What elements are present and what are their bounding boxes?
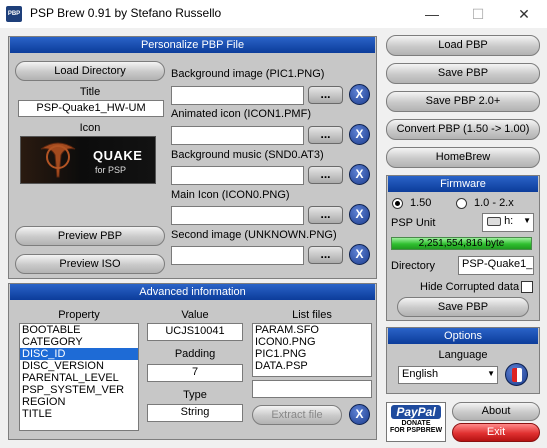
language-label: Language [438,349,488,361]
app-icon: PBP [6,6,22,22]
second-image-field[interactable] [171,246,304,265]
free-space-bar: 2,251,554,816 byte [391,237,532,250]
padding-label: Padding [174,348,216,360]
value-field[interactable]: UCJS10041 [147,323,243,341]
paypal-donate-button[interactable]: PayPal DONATE FOR PSPBREW [386,402,446,442]
paypal-logo: PayPal [391,405,441,419]
donate-text: DONATE [401,420,431,427]
background-music-field[interactable] [171,166,304,185]
icon-label: Icon [79,122,101,134]
property-item[interactable]: DISC_VERSION [20,360,138,372]
title-field[interactable]: PSP-Quake1_HW-UM [18,100,164,117]
quake-logo-icon [40,142,76,178]
about-button[interactable]: About [452,402,540,421]
chevron-down-icon: ▼ [523,216,531,225]
second-image-label: Second image (UNKNOWN.PNG) [171,229,337,241]
preview-pbp-button[interactable]: Preview PBP [15,226,165,246]
donate-for-text: FOR PSPBREW [389,427,443,434]
directory-field[interactable]: PSP-Quake1_H [458,256,534,275]
file-item[interactable]: ICON0.PNG [253,336,371,348]
background-image-label: Background image (PIC1.PNG) [171,68,325,80]
animated-icon-browse-button[interactable]: ... [308,126,343,144]
main-icon-field[interactable] [171,206,304,225]
hide-corrupted-label: Hide Corrupted data [420,281,520,293]
firmware-150-radio[interactable] [392,198,403,209]
maximize-button[interactable]: ☐ [455,0,501,28]
firmware-1x-2x-radio[interactable] [456,198,467,209]
second-image-browse-button[interactable]: ... [308,246,343,264]
property-item[interactable]: CATEGORY [20,336,138,348]
language-flag-icon[interactable] [505,363,528,386]
list-files-label: List files [292,309,332,321]
minimize-button[interactable]: — [409,0,455,28]
advanced-header: Advanced information [10,284,375,300]
property-list[interactable]: BOOTABLE CATEGORY DISC_ID DISC_VERSION P… [19,323,139,431]
type-field[interactable]: String [147,404,243,422]
convert-pbp-button[interactable]: Convert PBP (1.50 -> 1.00) [386,119,540,140]
property-item[interactable]: BOOTABLE [20,324,138,336]
background-music-label: Background music (SND0.AT3) [171,149,324,161]
background-image-browse-button[interactable]: ... [308,86,343,104]
homebrew-button[interactable]: HomeBrew [386,147,540,168]
preview-iso-button[interactable]: Preview ISO [15,254,165,274]
property-item[interactable]: TITLE [20,408,138,420]
type-label: Type [183,389,207,401]
directory-label: Directory [391,260,436,272]
drive-icon [487,216,501,226]
animated-icon-label: Animated icon (ICON1.PMF) [171,108,311,120]
load-pbp-button[interactable]: Load PBP [386,35,540,56]
extract-clear-button[interactable]: X [349,404,370,425]
property-item[interactable]: PARENTAL_LEVEL [20,372,138,384]
property-item[interactable]: PSP_SYSTEM_VER [20,384,138,396]
background-image-clear-button[interactable]: X [349,84,370,105]
firmware-150-label: 1.50 [410,197,432,209]
save-pbp-2-button[interactable]: Save PBP 2.0+ [386,91,540,112]
close-button[interactable]: ✕ [501,0,547,28]
language-value: English [402,368,439,380]
options-header: Options [388,328,538,344]
load-directory-button[interactable]: Load Directory [15,61,165,81]
language-select[interactable]: English ▼ [398,366,498,384]
property-item[interactable]: REGION [20,396,138,408]
animated-icon-clear-button[interactable]: X [349,124,370,145]
padding-field[interactable]: 7 [147,364,243,382]
quake-subtitle: for PSP [95,165,127,175]
file-item[interactable]: DATA.PSP [253,360,371,372]
icon-preview: QUAKE for PSP [20,136,156,184]
main-icon-label: Main Icon (ICON0.PNG) [171,189,290,201]
value-label: Value [181,309,209,321]
firmware-1x-2x-label: 1.0 - 2.x [474,197,514,209]
main-icon-clear-button[interactable]: X [349,204,370,225]
file-path-field[interactable] [252,380,372,398]
file-item[interactable]: PIC1.PNG [253,348,371,360]
property-label: Property [58,309,100,321]
drive-select[interactable]: h: ▼ [482,213,534,232]
drive-value: h: [504,215,514,227]
file-item[interactable]: PARAM.SFO [253,324,371,336]
background-music-clear-button[interactable]: X [349,164,370,185]
hide-corrupted-checkbox[interactable] [521,281,533,293]
background-music-browse-button[interactable]: ... [308,166,343,184]
files-list[interactable]: PARAM.SFO ICON0.PNG PIC1.PNG DATA.PSP [252,323,372,377]
personalize-header: Personalize PBP File [10,37,375,53]
quake-title: QUAKE [93,148,143,163]
firmware-save-pbp-button[interactable]: Save PBP [397,297,529,317]
background-image-field[interactable] [171,86,304,105]
animated-icon-field[interactable] [171,126,304,145]
property-item-selected[interactable]: DISC_ID [20,348,138,360]
chevron-down-icon: ▼ [487,369,495,378]
exit-button[interactable]: Exit [452,423,540,442]
save-pbp-button[interactable]: Save PBP [386,63,540,84]
main-icon-browse-button[interactable]: ... [308,206,343,224]
second-image-clear-button[interactable]: X [349,244,370,265]
window-title: PSP Brew 0.91 by Stefano Russello [30,6,222,20]
psp-unit-label: PSP Unit [391,217,436,229]
title-label: Title [79,86,101,98]
firmware-header: Firmware [388,176,538,192]
extract-file-button[interactable]: Extract file [252,405,342,425]
